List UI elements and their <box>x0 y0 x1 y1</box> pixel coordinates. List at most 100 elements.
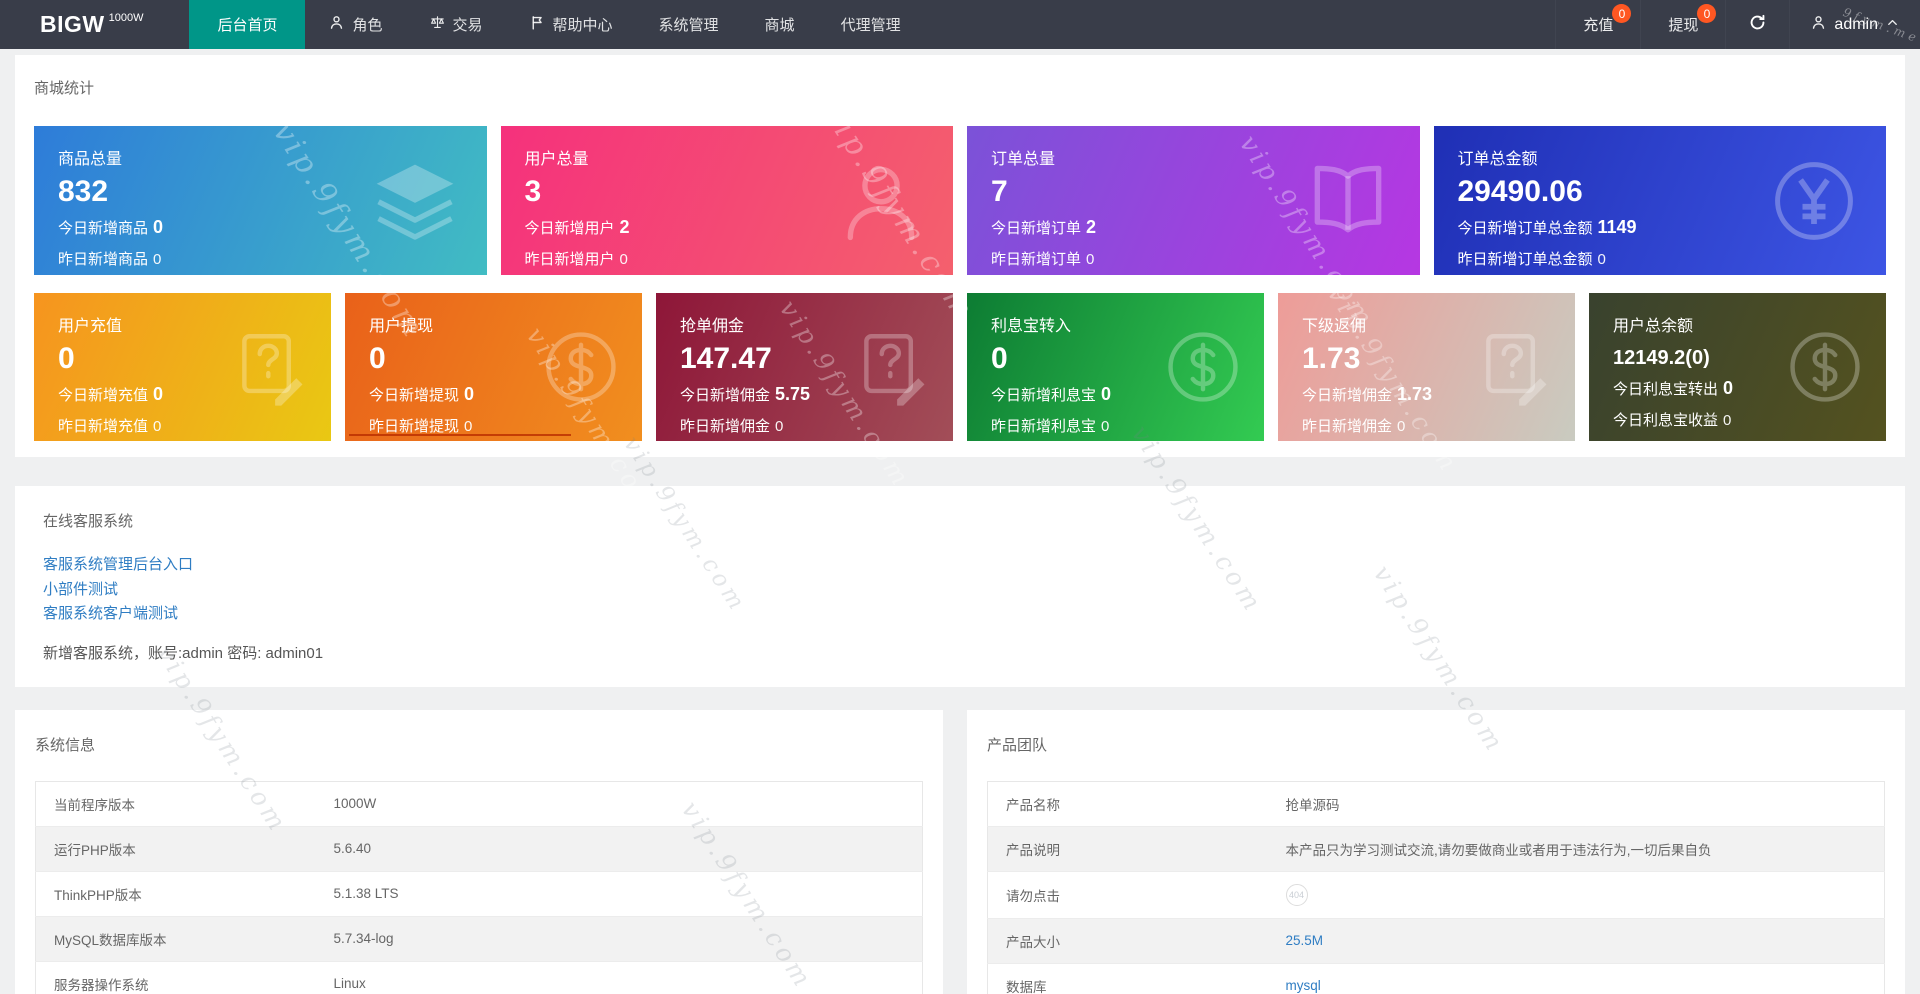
stat-line-value: 0 <box>153 217 163 237</box>
table-cell-label: 数据库 <box>988 963 1268 994</box>
edit-document-icon <box>1473 326 1555 408</box>
main-menu: 后台首页 角色 交易 帮助中心 系统管理 商城 代理管理 <box>189 0 923 49</box>
service-admin-entry-link[interactable]: 客服系统管理后台入口 <box>43 553 1877 578</box>
nav-item-label: 角色 <box>352 14 382 35</box>
recharge-button[interactable]: 充值 0 <box>1555 0 1640 49</box>
stat-card-order-commission: 抢单佣金 147.47 今日新增佣金5.75 昨日新增佣金0 <box>656 293 953 441</box>
stat-line-label: 昨日新增订单总金额 <box>1458 251 1593 268</box>
nav-item-agent-admin[interactable]: 代理管理 <box>818 0 924 49</box>
table-cell-label: 当前程序版本 <box>36 781 316 826</box>
stat-line-value: 2 <box>620 217 630 237</box>
nav-item-label: 帮助中心 <box>553 14 613 35</box>
refresh-icon <box>1748 13 1767 37</box>
do-not-click-badge[interactable]: 404 <box>1286 884 1308 906</box>
stat-line-value: 0 <box>1101 384 1111 404</box>
scales-icon <box>429 14 453 35</box>
stat-line-value: 0 <box>153 251 161 268</box>
logo-text: BIGW <box>40 11 105 38</box>
product-size-link[interactable]: 25.5M <box>1286 933 1324 948</box>
table-cell-value: mysql <box>1268 963 1885 994</box>
stat-line-label: 今日新增提现 <box>369 387 459 404</box>
table-cell-label: 产品大小 <box>988 918 1268 963</box>
stat-line-label: 昨日新增利息宝 <box>991 418 1096 435</box>
table-row: 产品说明 本产品只为学习测试交流,请勿要做商业或者用于违法行为,一切后果自负 <box>988 826 1885 871</box>
table-row: 数据库 mysql <box>988 963 1885 994</box>
user-menu[interactable]: admin <box>1789 0 1920 49</box>
stat-card-user-balance: 用户总余额 12149.2(0) 今日利息宝转出0 今日利息宝收益0 <box>1589 293 1886 441</box>
stat-line-label: 昨日新增充值 <box>58 418 148 435</box>
nav-item-roles[interactable]: 角色 <box>305 0 405 49</box>
nav-item-system-admin[interactable]: 系统管理 <box>636 0 742 49</box>
stat-line-label: 昨日新增佣金 <box>1302 418 1392 435</box>
stat-line-label: 昨日新增佣金 <box>680 418 770 435</box>
stats-row-2: 用户充值 0 今日新增充值0 昨日新增充值0 用户提现 0 今日新增提现0 昨日… <box>34 293 1886 441</box>
stat-line-label: 今日新增利息宝 <box>991 387 1096 404</box>
product-table: 产品名称 抢单源码 产品说明 本产品只为学习测试交流,请勿要做商业或者用于违法行… <box>987 781 1885 994</box>
table-cell-value: 本产品只为学习测试交流,请勿要做商业或者用于违法行为,一切后果自负 <box>1268 826 1885 871</box>
table-cell-value: 25.5M <box>1268 918 1885 963</box>
table-row: 请勿点击 404 <box>988 871 1885 918</box>
main-content: 商城统计 商品总量 832 今日新增商品0 昨日新增商品0 用户总量 3 今日新… <box>0 49 1920 994</box>
yen-icon <box>1768 155 1860 247</box>
stat-line-value: 0 <box>775 418 783 435</box>
nav-item-help-center[interactable]: 帮助中心 <box>506 0 636 49</box>
widget-test-link[interactable]: 小部件测试 <box>43 578 1877 603</box>
product-panel-title: 产品团队 <box>987 734 1885 755</box>
service-client-test-link[interactable]: 客服系统客户端测试 <box>43 602 1877 627</box>
table-cell-label: MySQL数据库版本 <box>36 916 316 961</box>
nav-item-dashboard[interactable]: 后台首页 <box>189 0 305 49</box>
edit-document-icon <box>851 326 933 408</box>
stat-card-sub-rebate: 下级返佣 1.73 今日新增佣金1.73 昨日新增佣金0 <box>1278 293 1575 441</box>
user-icon <box>835 155 927 247</box>
stat-line-label: 今日利息宝收益 <box>1613 412 1718 429</box>
service-panel-title: 在线客服系统 <box>43 510 1877 531</box>
system-info-table: 当前程序版本 1000W 运行PHP版本 5.6.40 ThinkPHP版本 5… <box>35 781 923 994</box>
stat-line-value: 0 <box>1723 412 1731 429</box>
stat-line-label: 今日利息宝转出 <box>1613 381 1718 398</box>
nav-item-mall[interactable]: 商城 <box>742 0 818 49</box>
table-cell-label: 产品说明 <box>988 826 1268 871</box>
stat-card-users: 用户总量 3 今日新增用户2 昨日新增用户0 <box>501 126 954 275</box>
service-panel: 在线客服系统 客服系统管理后台入口 小部件测试 客服系统客户端测试 新增客服系统… <box>15 486 1905 687</box>
table-cell-label: 请勿点击 <box>988 871 1268 918</box>
stat-line-value: 1.73 <box>1397 384 1432 404</box>
stat-line-value: 0 <box>1723 378 1733 398</box>
nav-item-label: 系统管理 <box>659 14 719 35</box>
app-logo: BIGW 1000W <box>0 0 189 49</box>
stat-card-interest-in: 利息宝转入 0 今日新增利息宝0 昨日新增利息宝0 <box>967 293 1264 441</box>
refresh-button[interactable] <box>1725 0 1789 49</box>
stat-line-label: 今日新增佣金 <box>680 387 770 404</box>
stat-card-products: 商品总量 832 今日新增商品0 昨日新增商品0 <box>34 126 487 275</box>
table-cell-value: 5.6.40 <box>316 826 923 871</box>
dollar-icon <box>1784 326 1866 408</box>
table-cell-label: 运行PHP版本 <box>36 826 316 871</box>
edit-document-icon <box>229 326 311 408</box>
table-cell-label: ThinkPHP版本 <box>36 871 316 916</box>
user-icon <box>1810 14 1827 36</box>
table-cell-value: Linux <box>316 961 923 994</box>
service-account-note: 新增客服系统，账号:admin 密码: admin01 <box>43 642 1877 663</box>
chevron-up-icon <box>1885 15 1900 35</box>
stat-line-label: 今日新增订单 <box>991 220 1081 237</box>
nav-item-trade[interactable]: 交易 <box>406 0 506 49</box>
stat-line-label: 今日新增商品 <box>58 220 148 237</box>
recharge-label: 充值 <box>1583 14 1613 35</box>
stat-line-label: 今日新增订单总金额 <box>1458 220 1593 237</box>
table-row: 服务器操作系统 Linux <box>36 961 923 994</box>
table-row: 运行PHP版本 5.6.40 <box>36 826 923 871</box>
table-row: MySQL数据库版本 5.7.34-log <box>36 916 923 961</box>
withdraw-button[interactable]: 提现 0 <box>1640 0 1725 49</box>
stat-line-label: 昨日新增商品 <box>58 251 148 268</box>
person-icon <box>328 14 352 35</box>
table-row: ThinkPHP版本 5.1.38 LTS <box>36 871 923 916</box>
stat-line-value: 0 <box>1086 251 1094 268</box>
database-link[interactable]: mysql <box>1286 978 1321 993</box>
username: admin <box>1834 16 1878 34</box>
nav-item-label: 交易 <box>453 14 483 35</box>
stat-line-label: 昨日新增订单 <box>991 251 1081 268</box>
stat-card-user-recharge: 用户充值 0 今日新增充值0 昨日新增充值0 <box>34 293 331 441</box>
stats-panel: 商城统计 商品总量 832 今日新增商品0 昨日新增商品0 用户总量 3 今日新… <box>15 55 1905 457</box>
stat-line-label: 昨日新增用户 <box>525 251 615 268</box>
layers-icon <box>369 155 461 247</box>
stats-panel-title: 商城统计 <box>34 77 1886 98</box>
